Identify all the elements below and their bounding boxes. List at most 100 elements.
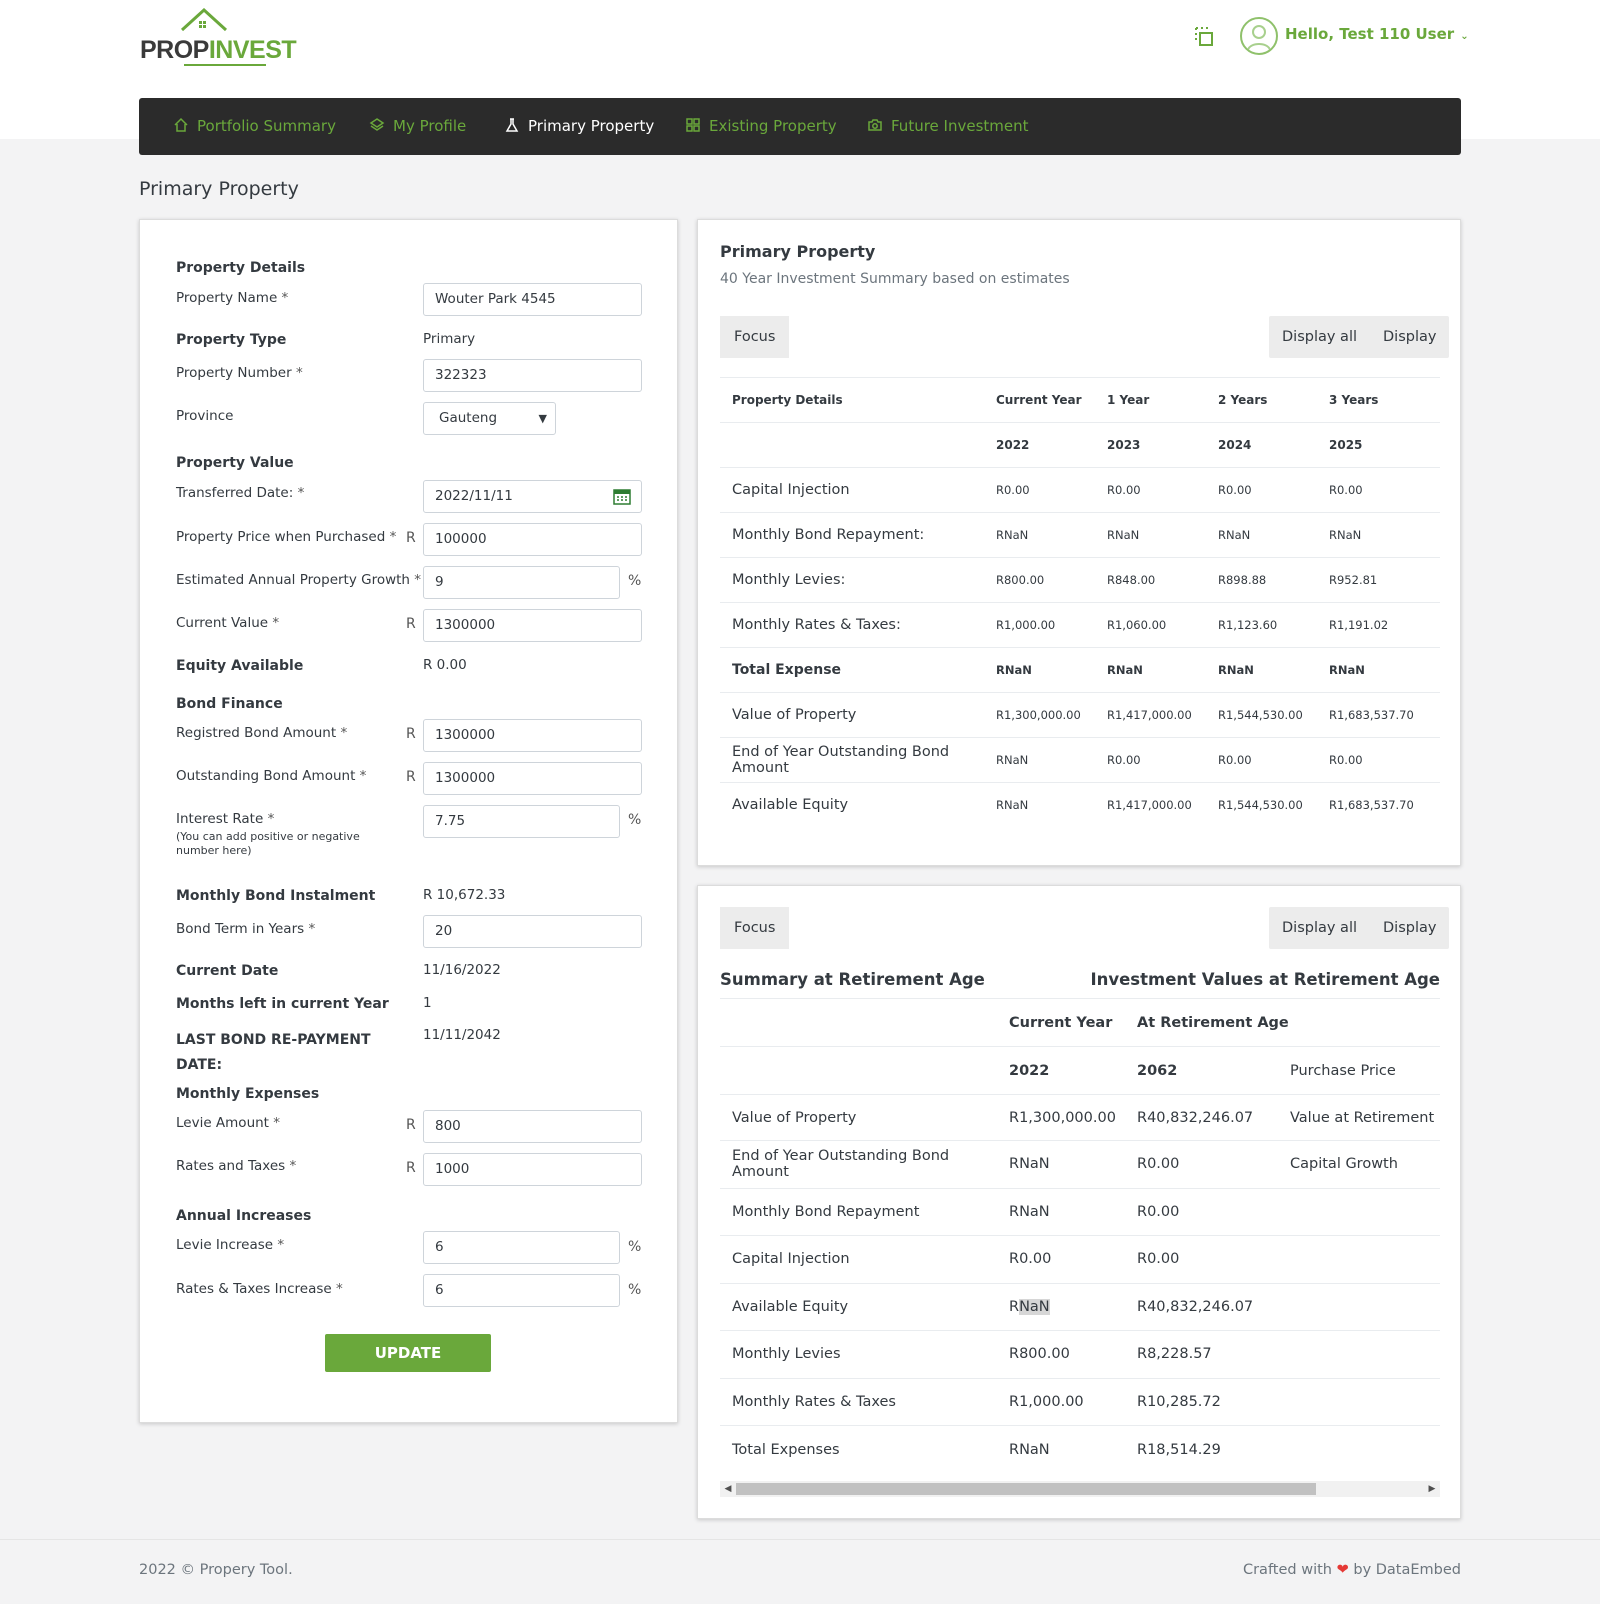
scroll-thumb[interactable] xyxy=(736,1483,1316,1495)
table-row: Value of Property R1,300,000.00 R40,832,24… xyxy=(720,1094,1440,1141)
property-number-field[interactable]: 322323 xyxy=(423,359,642,392)
update-button[interactable]: UPDATE xyxy=(325,1334,491,1372)
nav-my-profile[interactable]: My Profile xyxy=(369,98,466,155)
registered-bond-field[interactable]: 1300000 xyxy=(423,719,642,752)
table-cell: R0.00 xyxy=(1107,753,1141,767)
section-property-details: Property Details xyxy=(176,260,306,276)
levie-label: Levie Amount * xyxy=(176,1115,281,1131)
table-cell: RNaN xyxy=(1009,1156,1050,1173)
house-roof-icon xyxy=(180,8,228,32)
table-cell: R1,417,000.00 xyxy=(1107,798,1192,813)
current-value-field[interactable]: 1300000 xyxy=(423,609,642,642)
percent-symbol: % xyxy=(628,573,642,589)
scroll-right-icon[interactable]: ▶ xyxy=(1424,1481,1440,1497)
retirement-summary-title: Summary at Retirement Age xyxy=(720,970,985,989)
property-type-value: Primary xyxy=(423,331,476,347)
chevron-down-icon: ▼ xyxy=(538,412,547,425)
table-cell: R0.00 xyxy=(996,483,1030,497)
levie-increase-field[interactable]: 6 xyxy=(423,1231,620,1264)
table-cell: R952.81 xyxy=(1329,573,1378,587)
table-cell: R0.00 xyxy=(1218,753,1252,767)
property-name-label: Property Name * xyxy=(176,290,289,306)
table-header: 2023 xyxy=(1107,438,1141,452)
logo-underline xyxy=(184,64,266,66)
copy-screens-icon[interactable] xyxy=(1192,24,1216,48)
table-header: 2022 xyxy=(996,438,1030,452)
table-header xyxy=(720,999,1009,1047)
table-cell: R1,544,530.00 xyxy=(1218,798,1303,813)
table-row: Monthly Rates & Taxes R1,000.00 R10,285.72 xyxy=(720,1378,1440,1426)
display-button[interactable]: Display xyxy=(1370,316,1449,358)
horizontal-scrollbar[interactable]: ◀ ▶ xyxy=(720,1481,1440,1497)
scroll-left-icon[interactable]: ◀ xyxy=(720,1481,736,1497)
table-cell: R8,228.57 xyxy=(1137,1346,1212,1363)
table-header: 2024 xyxy=(1218,438,1252,452)
table-row: Total Expense RNaN RNaN RNaN RNaN xyxy=(720,647,1440,693)
retirement-table: Current Year At Retirement Age 2022 2062… xyxy=(720,998,1440,1473)
nav-portfolio-summary[interactable]: Portfolio Summary xyxy=(173,98,336,155)
display-button[interactable]: Display xyxy=(1370,907,1449,949)
table-cell: R1,417,000.00 xyxy=(1107,708,1192,722)
transferred-date-field[interactable]: 2022/11/11 xyxy=(423,480,642,513)
user-menu[interactable]: Hello, Test 110 User ⌄ xyxy=(1285,25,1469,43)
province-select[interactable]: Gauteng ▼ xyxy=(423,402,556,435)
levie-field[interactable]: 800 xyxy=(423,1110,642,1143)
table-cell: RNaN xyxy=(1107,663,1143,677)
row-label: Value of Property xyxy=(732,707,857,723)
table-row: Value of Property R1,300,000.00 R1,417,000… xyxy=(720,692,1440,738)
table-cell: R1,683,537.70 xyxy=(1329,708,1414,722)
outstanding-bond-field[interactable]: 1300000 xyxy=(423,762,642,795)
logo-text: PROPINVEST xyxy=(140,36,297,64)
growth-label: Estimated Annual Property Growth * xyxy=(176,572,422,588)
table-header: 2025 xyxy=(1329,438,1363,452)
table-header-row: Current Year At Retirement Age xyxy=(720,998,1440,1047)
section-property-value: Property Value xyxy=(176,455,294,471)
propinvest-logo[interactable]: PROPINVEST xyxy=(140,8,297,70)
table-year-row: 2022 2023 2024 2025 xyxy=(720,422,1440,468)
display-all-button[interactable]: Display all xyxy=(1269,316,1370,358)
row-label: End of Year Outstanding Bond Amount xyxy=(732,1148,950,1181)
price-purchased-label: Property Price when Purchased * xyxy=(176,529,397,545)
nav-future-investment[interactable]: Future Investment xyxy=(867,98,1029,155)
table-cell: R800.00 xyxy=(996,573,1045,587)
selected-text: NaN xyxy=(1019,1298,1050,1315)
interest-note: (You can add positive or negative number… xyxy=(176,830,360,857)
retirement-values-title: Investment Values at Retirement Age xyxy=(1090,970,1440,989)
interest-rate-label: Interest Rate * xyxy=(176,811,275,827)
display-all-button[interactable]: Display all xyxy=(1269,907,1370,949)
nav-existing-property[interactable]: Existing Property xyxy=(685,98,837,155)
rates-increase-field[interactable]: 6 xyxy=(423,1274,620,1307)
focus-button[interactable]: Focus xyxy=(720,316,790,358)
bond-term-field[interactable]: 20 xyxy=(423,915,642,948)
footer-copyright: 2022 © Propery Tool. xyxy=(139,1562,293,1578)
equity-value: R 0.00 xyxy=(423,657,467,673)
table-cell: R0.00 xyxy=(1329,753,1363,767)
months-left-label: Months left in current Year xyxy=(176,996,389,1012)
table-cell: R1,123.60 xyxy=(1218,618,1278,632)
table-header: 2 Years xyxy=(1218,393,1268,407)
last-repayment-label: LAST BOND RE-PAYMENT DATE: xyxy=(176,1032,371,1073)
table-header: 2062 xyxy=(1137,1062,1178,1079)
table-header-row: Property Details Current Year 1 Year 2 Y… xyxy=(720,377,1440,423)
table-cell: Purchase Price xyxy=(1290,1062,1396,1079)
user-avatar[interactable] xyxy=(1240,17,1278,55)
table-cell: R10,285.72 xyxy=(1137,1393,1221,1410)
registered-bond-label: Registred Bond Amount * xyxy=(176,725,348,741)
focus-button[interactable]: Focus xyxy=(720,907,790,949)
table-cell xyxy=(1290,1426,1440,1474)
row-label: Monthly Bond Repayment xyxy=(732,1203,920,1220)
table-header: Property Details xyxy=(732,393,843,407)
calendar-icon[interactable] xyxy=(613,488,631,505)
property-name-field[interactable]: Wouter Park 4545 xyxy=(423,283,642,316)
table-cell: RNaN xyxy=(1329,528,1362,542)
display-button-group: Display all Display xyxy=(1269,907,1450,949)
nav-primary-property[interactable]: Primary Property xyxy=(504,98,654,155)
bond-term-label: Bond Term in Years * xyxy=(176,921,316,937)
interest-rate-field[interactable]: 7.75 xyxy=(423,805,620,838)
growth-field[interactable]: 9 xyxy=(423,566,620,599)
rates-field[interactable]: 1000 xyxy=(423,1153,642,1186)
table-cell: RNaN xyxy=(1218,528,1251,542)
price-purchased-field[interactable]: 100000 xyxy=(423,523,642,556)
table-cell: Value at Retirement xyxy=(1290,1109,1435,1126)
table-cell: RNaN xyxy=(996,798,1029,813)
